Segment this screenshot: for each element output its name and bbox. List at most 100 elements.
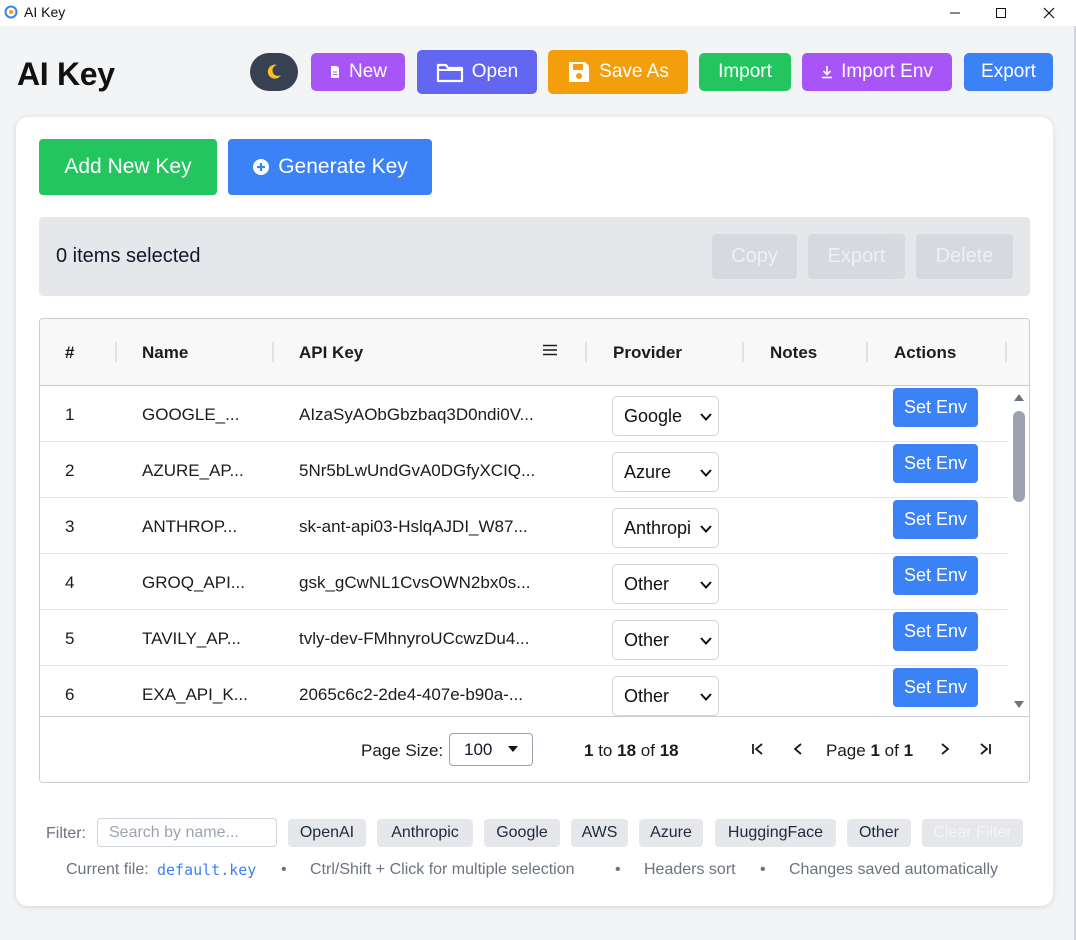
set-env-button[interactable]: Set Env [893, 388, 978, 427]
filter-chip-aws[interactable]: AWS [571, 819, 628, 847]
column-resize-handle[interactable] [585, 342, 587, 362]
status-footer: Current file: default.key • Ctrl/Shift +… [16, 861, 1053, 885]
row-name[interactable]: AZURE_AP... [142, 461, 252, 481]
column-header-actions[interactable]: Actions [894, 343, 956, 363]
table-row[interactable]: 3 ANTHROP... sk-ant-api03-HslqAJDI_W87..… [40, 498, 1008, 554]
import-env-button[interactable]: Import Env [802, 53, 952, 91]
new-button[interactable]: New [311, 53, 405, 91]
table-row[interactable]: 4 GROQ_API... gsk_gCwNL1CvsOWN2bx0s... O… [40, 554, 1008, 610]
filter-bar: Filter: Search by name... OpenAI Anthrop… [16, 817, 1053, 849]
table-scrollbar[interactable] [1009, 386, 1029, 716]
copy-selected-label: Copy [731, 245, 778, 267]
export-selected-button[interactable]: Export [808, 234, 905, 279]
app-logo-icon [4, 5, 18, 19]
column-header-provider[interactable]: Provider [613, 343, 682, 363]
range-total: 18 [659, 741, 679, 760]
copy-selected-button[interactable]: Copy [712, 234, 797, 279]
clear-filter-button[interactable]: Clear Filter [922, 819, 1023, 847]
table-header: # Name API Key Provider Notes Actions [40, 319, 1029, 386]
set-env-button[interactable]: Set Env [893, 500, 978, 539]
current-file-name: default.key [157, 861, 257, 879]
export-button-label: Export [981, 61, 1036, 82]
filter-chip-google[interactable]: Google [484, 819, 560, 847]
search-input[interactable]: Search by name... [97, 818, 277, 847]
row-range: 1 to 18 of 18 [584, 741, 679, 761]
column-resize-handle[interactable] [866, 342, 868, 362]
row-api-key[interactable]: 5Nr5bLwUndGvA0DGfyXCIQ... [299, 461, 567, 481]
provider-select[interactable]: Google [612, 396, 719, 436]
row-api-key[interactable]: gsk_gCwNL1CvsOWN2bx0s... [299, 573, 567, 593]
set-env-button[interactable]: Set Env [893, 444, 978, 483]
open-button[interactable]: Open [417, 50, 537, 94]
provider-select[interactable]: Anthropic [612, 508, 719, 548]
column-header-num[interactable]: # [65, 343, 74, 363]
window-minimize-button[interactable] [932, 0, 978, 26]
table-row[interactable]: 2 AZURE_AP... 5Nr5bLwUndGvA0DGfyXCIQ... … [40, 442, 1008, 498]
column-header-notes[interactable]: Notes [770, 343, 817, 363]
table-row[interactable]: 5 TAVILY_AP... tvly-dev-FMhnyroUCcwzDu4.… [40, 610, 1008, 666]
export-selected-label: Export [827, 245, 886, 267]
current-page: 1 [870, 741, 880, 760]
filter-chip-azure[interactable]: Azure [639, 819, 703, 847]
provider-value: Other [624, 574, 670, 594]
row-api-key[interactable]: AIzaSyAObGbzbaq3D0ndi0V... [299, 405, 567, 425]
page-size-select[interactable]: 100 [449, 733, 533, 766]
chevron-down-icon [700, 637, 712, 645]
floppy-icon [569, 62, 590, 82]
column-menu-icon[interactable] [543, 344, 557, 356]
column-resize-handle[interactable] [1005, 342, 1007, 362]
chevron-down-icon [700, 525, 712, 533]
scrollbar-thumb[interactable] [1013, 411, 1025, 502]
dark-mode-toggle[interactable] [250, 53, 298, 91]
last-page-icon[interactable] [978, 742, 992, 756]
provider-select[interactable]: Other [612, 676, 719, 716]
scroll-up-icon[interactable] [1013, 393, 1025, 402]
row-name[interactable]: EXA_API_K... [142, 685, 252, 705]
row-api-key[interactable]: tvly-dev-FMhnyroUCcwzDu4... [299, 629, 567, 649]
separator-dot: • [615, 861, 621, 878]
filter-chip-anthropic[interactable]: Anthropic [377, 819, 473, 847]
row-number: 3 [65, 517, 75, 536]
column-header-name[interactable]: Name [142, 343, 188, 363]
column-header-api-key[interactable]: API Key [299, 343, 363, 363]
table-row[interactable]: 6 EXA_API_K... 2065c6c2-2de4-407e-b90a-.… [40, 666, 1008, 716]
provider-select[interactable]: Other [612, 564, 719, 604]
row-api-key[interactable]: 2065c6c2-2de4-407e-b90a-... [299, 685, 567, 705]
row-name[interactable]: GROQ_API... [142, 573, 252, 593]
filter-chip-other[interactable]: Other [847, 819, 911, 847]
page-indicator: Page 1 of 1 [826, 741, 913, 761]
previous-page-icon[interactable] [791, 742, 805, 756]
generate-key-button[interactable]: Generate Key [228, 139, 432, 195]
column-resize-handle[interactable] [115, 342, 117, 362]
set-env-label: Set Env [903, 453, 968, 473]
first-page-icon[interactable] [751, 742, 765, 756]
import-button[interactable]: Import [699, 53, 791, 91]
next-page-icon[interactable] [938, 742, 952, 756]
row-api-key[interactable]: sk-ant-api03-HslqAJDI_W87... [299, 517, 567, 537]
save-as-button[interactable]: Save As [548, 50, 688, 94]
page-of-word: of [884, 741, 899, 760]
set-env-button[interactable]: Set Env [893, 668, 978, 707]
provider-select[interactable]: Azure [612, 452, 719, 492]
set-env-button[interactable]: Set Env [893, 556, 978, 595]
window-maximize-button[interactable] [978, 0, 1024, 26]
row-name[interactable]: TAVILY_AP... [142, 629, 252, 649]
filter-chip-label: OpenAI [299, 824, 355, 841]
scroll-down-icon[interactable] [1013, 700, 1025, 709]
window-close-button[interactable] [1026, 0, 1072, 26]
table-row[interactable]: 1 GOOGLE_... AIzaSyAObGbzbaq3D0ndi0V... … [40, 386, 1008, 442]
column-resize-handle[interactable] [272, 342, 274, 362]
set-env-label: Set Env [903, 509, 968, 529]
row-name[interactable]: GOOGLE_... [142, 405, 252, 425]
row-name[interactable]: ANTHROP... [142, 517, 252, 537]
export-button[interactable]: Export [964, 53, 1053, 91]
filter-chip-openai[interactable]: OpenAI [288, 819, 366, 847]
set-env-button[interactable]: Set Env [893, 612, 978, 651]
separator-dot: • [281, 861, 287, 878]
filter-chip-huggingface[interactable]: HuggingFace [715, 819, 836, 847]
add-new-key-button[interactable]: Add New Key [39, 139, 217, 195]
column-resize-handle[interactable] [742, 342, 744, 362]
delete-selected-button[interactable]: Delete [916, 234, 1013, 279]
delete-selected-label: Delete [935, 245, 994, 267]
provider-select[interactable]: Other [612, 620, 719, 660]
